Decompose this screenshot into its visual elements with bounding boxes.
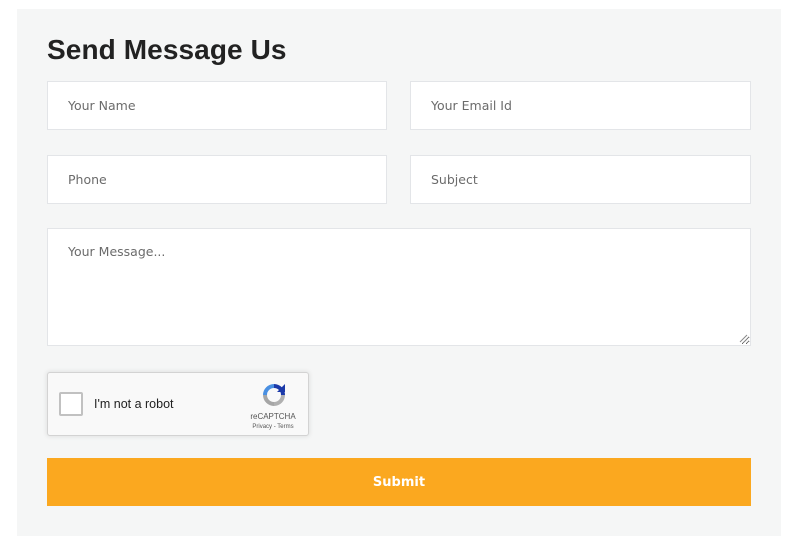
recaptcha-brand: reCAPTCHA (250, 412, 296, 421)
phone-input[interactable] (47, 155, 387, 204)
name-input[interactable] (47, 81, 387, 130)
email-input[interactable] (410, 81, 751, 130)
resize-grip-icon[interactable] (739, 334, 748, 343)
contact-form-panel: Send Message Us I'm not a robot reCAPTCH… (17, 9, 781, 536)
recaptcha-widget: I'm not a robot reCAPTCHA Privacy - Term… (47, 372, 309, 436)
recaptcha-terms-link[interactable]: Terms (277, 424, 293, 430)
message-textarea[interactable] (47, 228, 751, 346)
recaptcha-links: Privacy - Terms (240, 424, 306, 430)
recaptcha-logo-icon (263, 384, 285, 406)
recaptcha-label: I'm not a robot (94, 397, 174, 411)
submit-button[interactable]: Submit (47, 458, 751, 506)
recaptcha-privacy-link[interactable]: Privacy (252, 424, 272, 430)
subject-input[interactable] (410, 155, 751, 204)
form-title: Send Message Us (47, 34, 287, 65)
recaptcha-checkbox[interactable] (59, 392, 83, 416)
